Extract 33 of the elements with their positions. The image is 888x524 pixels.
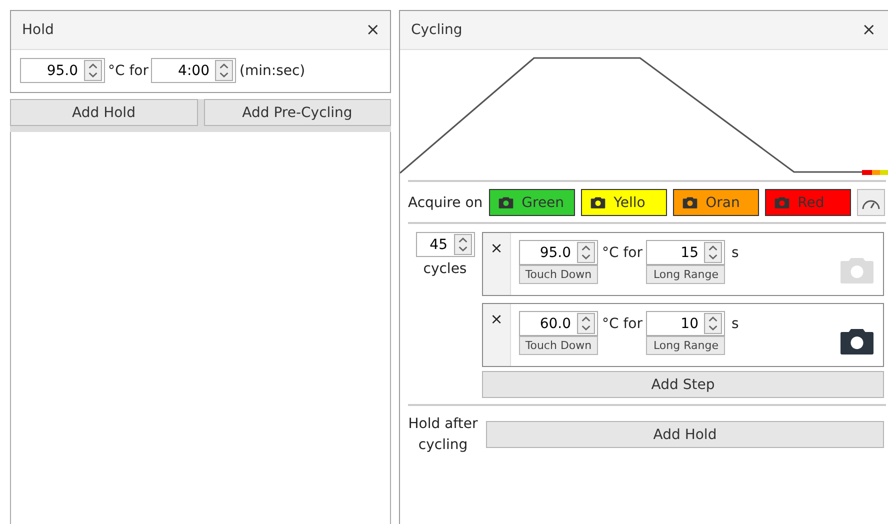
channel-button[interactable]: Oran: [672, 189, 759, 216]
unit-label: s: [731, 316, 739, 332]
camera-toggle-icon[interactable]: [839, 326, 875, 356]
unit-label: s: [731, 245, 739, 261]
add-hold-button[interactable]: Add Hold: [486, 421, 884, 448]
remove-step-icon[interactable]: ×: [483, 304, 511, 366]
add-step-button[interactable]: Add Step: [482, 371, 884, 398]
mode-button[interactable]: Touch Down: [519, 265, 598, 284]
channel-button[interactable]: Yello: [580, 189, 667, 216]
unit-label: (min:sec): [239, 62, 306, 78]
camera-icon: [590, 196, 606, 209]
mode-button[interactable]: Long Range: [646, 336, 726, 355]
mode-button[interactable]: Long Range: [646, 265, 726, 284]
camera-icon: [682, 196, 698, 209]
cycles-label: cycles: [423, 261, 467, 277]
acquire-label: Acquire on: [408, 194, 483, 210]
add-button[interactable]: Add Hold: [10, 99, 198, 126]
add-button[interactable]: Add Pre-Cycling: [204, 99, 391, 126]
unit-label: °C for: [602, 316, 642, 332]
camera-icon: [774, 196, 790, 209]
unit-label: °C for: [602, 245, 642, 261]
close-icon[interactable]: ×: [862, 20, 876, 40]
camera-toggle-icon[interactable]: [839, 255, 875, 285]
panel-title: Cycling: [411, 22, 462, 38]
panel-title: Hold: [22, 22, 54, 38]
hold-after-label: Hold after cycling: [408, 415, 478, 455]
channel-button[interactable]: Green: [488, 189, 575, 216]
mode-button[interactable]: Touch Down: [519, 336, 598, 355]
close-icon[interactable]: ×: [366, 20, 380, 40]
remove-step-icon[interactable]: ×: [483, 233, 511, 295]
unit-label: °C for: [108, 62, 148, 78]
camera-icon: [498, 196, 514, 209]
gauge-button[interactable]: [856, 189, 885, 216]
